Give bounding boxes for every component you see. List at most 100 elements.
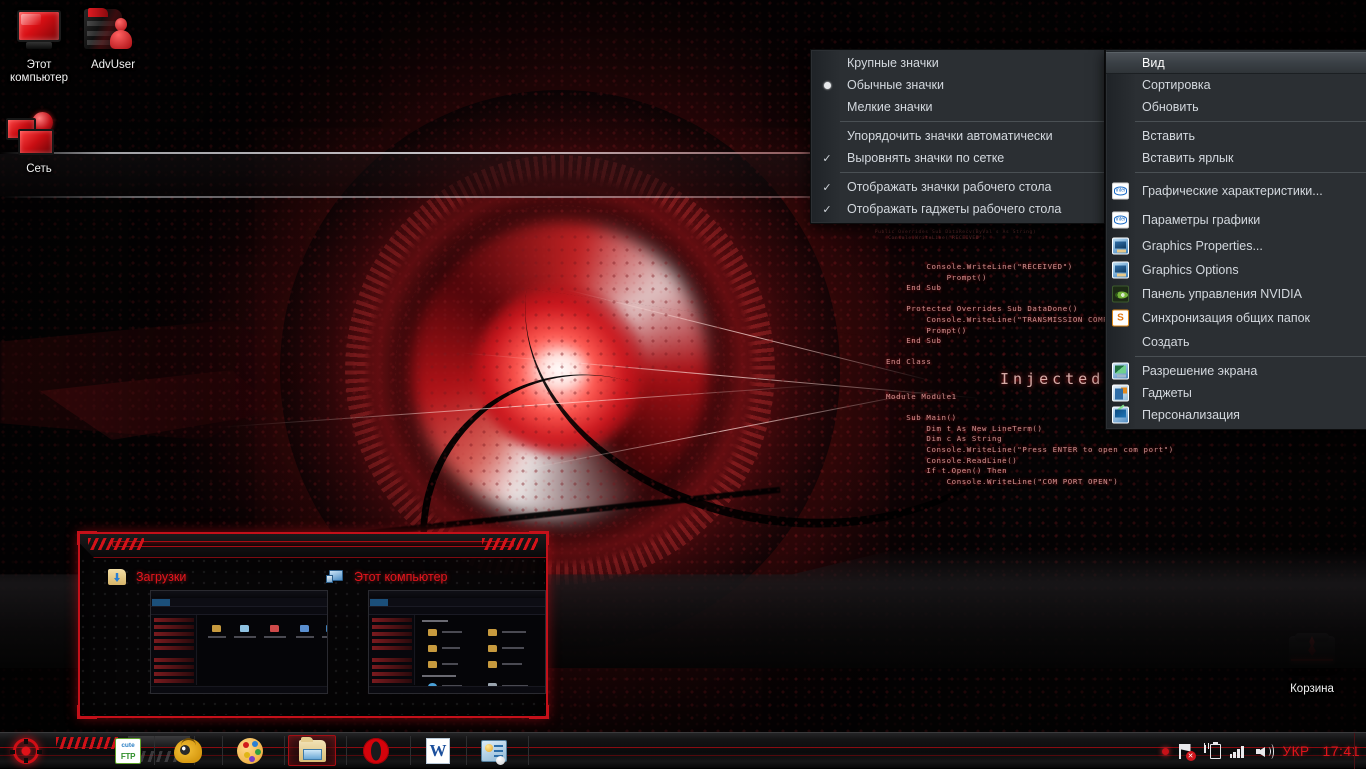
menu-item-sort-by[interactable]: Сортировка [1106, 74, 1366, 96]
menu-item-show-desktop-icons[interactable]: ✓ Отображать значки рабочего стола [811, 176, 1104, 198]
menu-item-label: Отображать значки рабочего стола [847, 180, 1052, 194]
graphics-icon [1112, 262, 1129, 279]
menu-item-label: Вставить [1142, 129, 1195, 143]
menu-item-refresh[interactable]: Обновить [1106, 96, 1366, 118]
menu-item-view[interactable]: Вид [1106, 52, 1366, 74]
cuteftp-icon [115, 738, 141, 764]
wallpaper-injected-text: Injected [1000, 370, 1104, 388]
intel-icon [1112, 211, 1129, 228]
menu-item-label: Разрешение экрана [1142, 364, 1257, 378]
menu-item-graphics-options[interactable]: Graphics Options [1106, 258, 1366, 282]
show-desktop-button[interactable] [1354, 733, 1360, 769]
sync-icon [1112, 310, 1129, 327]
desktop-icon-label: Сеть [2, 163, 76, 176]
menu-item-label: Обновить [1142, 100, 1199, 114]
taskbar-button-worm[interactable] [164, 735, 212, 766]
menu-item-screen-resolution[interactable]: Разрешение экрана [1106, 360, 1366, 382]
nvidia-icon [1112, 286, 1129, 303]
taskbar-button-word[interactable] [414, 735, 462, 766]
intel-icon [1112, 182, 1129, 199]
word-icon [426, 738, 450, 764]
desktop-context-menu[interactable]: Вид Сортировка Обновить Вставить Вставит… [1105, 49, 1366, 430]
menu-separator [1135, 172, 1366, 173]
monitor-icon [2, 8, 76, 56]
thumbnail-item[interactable]: Этот компьютер [326, 568, 551, 694]
menu-item-graphics-options-ru[interactable]: Параметры графики [1106, 205, 1366, 234]
menu-item-label: Синхронизация общих папок [1142, 311, 1310, 325]
gadgets-icon [1112, 385, 1129, 402]
thumbnail-title: Этот компьютер [354, 570, 447, 584]
settings-icon [481, 740, 507, 762]
menu-item-label: Graphics Options [1142, 263, 1239, 277]
desktop-icon-network[interactable]: Сеть [2, 112, 76, 176]
menu-item-show-desktop-gadgets[interactable]: ✓ Отображать гаджеты рабочего стола [811, 198, 1104, 220]
radio-mark-icon [820, 74, 834, 96]
menu-item-mark [820, 125, 834, 147]
desktop[interactable]: Console.WriteLine("RECEIVED") Prompt() E… [0, 0, 1366, 768]
menu-item-graphics-characteristics[interactable]: Графические характеристики... [1106, 176, 1366, 205]
view-submenu[interactable]: Крупные значки Обычные значки Мелкие зна… [810, 49, 1105, 224]
menu-separator [840, 121, 1104, 122]
menu-separator [840, 172, 1104, 173]
menu-item-gadgets[interactable]: Гаджеты [1106, 382, 1366, 404]
check-mark-icon: ✓ [820, 147, 834, 169]
menu-separator [1135, 121, 1366, 122]
taskbar[interactable]: УКР 17:41 [0, 732, 1366, 768]
menu-item-align-to-grid[interactable]: ✓ Выровнять значки по сетке [811, 147, 1104, 169]
menu-item-label: Вставить ярлык [1142, 151, 1234, 165]
system-tray[interactable]: УКР 17:41 [1162, 733, 1361, 769]
desktop-icon-this-computer[interactable]: Этот компьютер [2, 8, 76, 85]
menu-item-label: Выровнять значки по сетке [847, 151, 1004, 165]
desktop-icon-advuser[interactable]: AdvUser [76, 8, 150, 72]
menu-item-mark [820, 52, 834, 74]
taskbar-button-paint[interactable] [226, 735, 274, 766]
menu-item-label: Обычные значки [847, 78, 944, 92]
desktop-icon-label: AdvUser [76, 59, 150, 72]
menu-item-small-icons[interactable]: Мелкие значки [811, 96, 1104, 118]
explorer-folder-icon [299, 740, 326, 762]
taskbar-button-settings[interactable] [470, 735, 518, 766]
taskbar-thumbnail-preview[interactable]: Загрузки Этот [78, 532, 548, 718]
thumbnail-title: Загрузки [136, 570, 186, 584]
menu-item-personalization[interactable]: Персонализация [1106, 404, 1366, 426]
menu-item-nvidia-control-panel[interactable]: Панель управления NVIDIA [1106, 282, 1366, 306]
eye-worm-icon [174, 739, 202, 763]
desktop-icon-label-line2: компьютер [2, 72, 76, 85]
check-mark-icon: ✓ [820, 198, 834, 220]
taskbar-button-cuteftp[interactable] [104, 735, 152, 766]
menu-item-create-new[interactable]: Создать [1106, 330, 1366, 353]
personalization-icon [1112, 407, 1129, 424]
menu-item-paste[interactable]: Вставить [1106, 125, 1366, 147]
menu-item-label: Создать [1142, 335, 1190, 349]
paint-palette-icon [237, 738, 263, 764]
battery-plugged-icon[interactable] [1204, 743, 1221, 760]
menu-item-label: Вид [1142, 56, 1165, 70]
network-icon [2, 112, 76, 160]
screen-resolution-icon [1112, 363, 1129, 380]
network-disconnected-icon[interactable] [1178, 743, 1195, 760]
desktop-icon-label: Корзина [1275, 683, 1349, 696]
volume-icon[interactable] [1256, 744, 1274, 759]
menu-item-label: Параметры графики [1142, 213, 1260, 227]
taskbar-button-explorer[interactable] [288, 735, 336, 766]
window-thumbnail[interactable] [368, 590, 546, 694]
thumbnail-item[interactable]: Загрузки [108, 568, 333, 694]
wallpaper-code-faint: Public Overrides Sub DataRecv(ByVal s As… [868, 230, 1036, 242]
taskbar-button-opera[interactable] [352, 735, 400, 766]
tray-status-dot [1162, 748, 1169, 755]
menu-item-auto-arrange[interactable]: Упорядочить значки автоматически [811, 125, 1104, 147]
downloads-folder-icon [108, 569, 126, 585]
this-computer-icon [326, 569, 344, 585]
menu-item-paste-shortcut[interactable]: Вставить ярлык [1106, 147, 1366, 169]
start-button[interactable] [6, 735, 46, 767]
menu-item-sync-shared-folders[interactable]: Синхронизация общих папок [1106, 306, 1366, 330]
signal-bars-icon[interactable] [1230, 745, 1247, 758]
window-thumbnail[interactable] [150, 590, 328, 694]
menu-item-medium-icons[interactable]: Обычные значки [811, 74, 1104, 96]
language-indicator[interactable]: УКР [1283, 744, 1310, 759]
opera-icon [363, 738, 389, 764]
menu-item-label: Упорядочить значки автоматически [847, 129, 1053, 143]
graphics-icon [1112, 238, 1129, 255]
menu-item-large-icons[interactable]: Крупные значки [811, 52, 1104, 74]
menu-item-graphics-properties[interactable]: Graphics Properties... [1106, 234, 1366, 258]
